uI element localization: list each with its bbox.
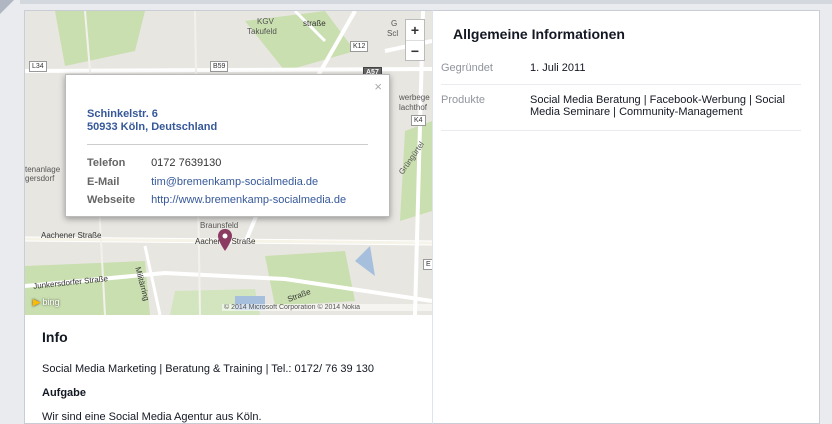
bing-logo: ▶ bing	[33, 297, 59, 308]
location-popup: × Schinkelstr. 6 50933 Köln, Deutschland…	[65, 74, 390, 217]
founded-value: 1. Juli 2011	[530, 62, 586, 74]
task-label: Aufgabe	[42, 387, 86, 399]
map-info-column: KGV Takufeld straße G Scl L34 B59 K12 A5…	[24, 10, 433, 424]
map-label-g: G	[391, 19, 398, 28]
email-label: E-Mail	[87, 176, 120, 188]
road-badge-e: E	[423, 259, 432, 270]
general-info-panel: Allgemeine Informationen Gegründet 1. Ju…	[432, 10, 820, 424]
row-divider-2	[441, 130, 801, 131]
map-label-lachthof: lachthof	[399, 103, 428, 112]
bing-logo-mark: ▶	[33, 297, 40, 307]
map-view[interactable]: KGV Takufeld straße G Scl L34 B59 K12 A5…	[25, 11, 432, 315]
zoom-in-button[interactable]: +	[406, 20, 424, 40]
road-badge-k12: K12	[350, 41, 369, 52]
products-label: Produkte	[441, 94, 486, 106]
map-label-takufeld: Takufeld	[247, 27, 277, 36]
road-badge-k4: K4	[411, 115, 426, 126]
products-value: Social Media Beratung | Facebook-Werbung…	[530, 94, 785, 118]
map-label-gersdorf: gersdorf	[25, 174, 55, 183]
website-label: Webseite	[87, 194, 136, 206]
top-strip	[20, 0, 832, 4]
phone-label: Telefon	[87, 157, 126, 169]
map-pin-icon[interactable]	[218, 229, 232, 254]
popup-divider	[87, 144, 368, 145]
row-divider	[441, 84, 801, 85]
map-label-scl: Scl	[387, 29, 399, 38]
road-badge-l34: L34	[29, 61, 47, 72]
page-corner	[0, 0, 14, 14]
zoom-controls: + −	[405, 19, 425, 61]
road-badge-b59: B59	[210, 61, 229, 72]
task-text: Wir sind eine Social Media Agentur aus K…	[42, 411, 262, 423]
map-copyright: © 2014 Microsoft Corporation © 2014 Noki…	[222, 304, 432, 311]
founded-label: Gegründet	[441, 62, 493, 74]
map-label-street-top: straße	[303, 19, 326, 28]
email-row: E-Mail tim@bremenkamp-socialmedia.de	[87, 176, 318, 189]
phone-row: Telefon 0172 7639130	[87, 157, 221, 170]
map-label-tenanlage: tenanlage	[25, 165, 61, 174]
map-label-aachener-1: Aachener Straße	[41, 231, 102, 240]
info-description: Social Media Marketing | Beratung & Trai…	[42, 363, 375, 375]
phone-value: 0172 7639130	[151, 157, 222, 169]
zoom-out-button[interactable]: −	[406, 40, 424, 60]
website-link[interactable]: http://www.bremenkamp-socialmedia.de	[151, 194, 346, 206]
general-info-title: Allgemeine Informationen	[453, 26, 625, 42]
popup-address: Schinkelstr. 6 50933 Köln, Deutschland	[87, 108, 217, 134]
close-icon[interactable]: ×	[374, 79, 382, 94]
address-line-1: Schinkelstr. 6	[87, 108, 158, 120]
address-line-2: 50933 Köln, Deutschland	[87, 121, 218, 133]
map-label-kgv: KGV	[257, 17, 274, 26]
info-title: Info	[42, 329, 68, 345]
map-label-gewerbe: werbege	[399, 93, 430, 102]
website-row: Webseite http://www.bremenkamp-socialmed…	[87, 194, 346, 207]
bing-logo-text: bing	[42, 297, 60, 307]
email-link[interactable]: tim@bremenkamp-socialmedia.de	[151, 176, 318, 188]
